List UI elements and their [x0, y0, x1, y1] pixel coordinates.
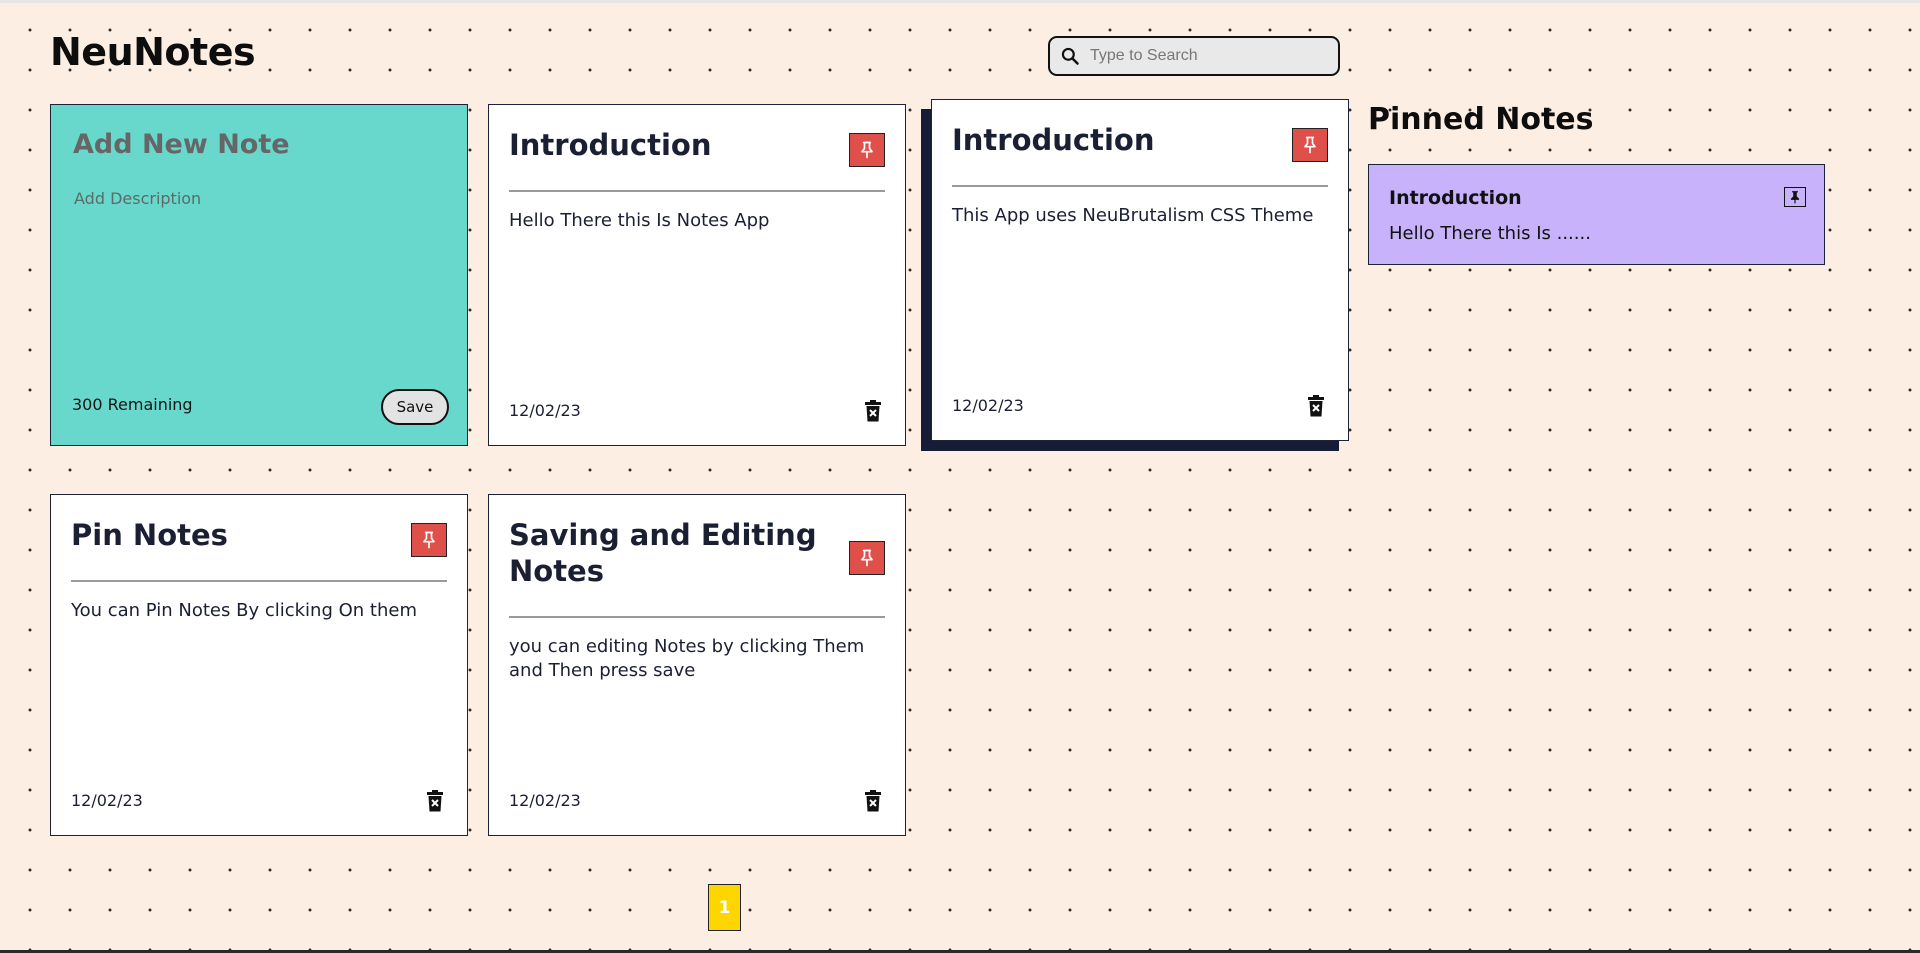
pinned-notes-heading: Pinned Notes: [1368, 102, 1594, 137]
delete-button[interactable]: [863, 399, 883, 423]
pinned-note-title: Introduction: [1389, 187, 1522, 209]
search-icon: [1061, 47, 1079, 65]
note-date: 12/02/23: [952, 396, 1024, 415]
add-note-card[interactable]: Add New Note Add Description 300 Remaini…: [50, 104, 468, 446]
pin-icon: [861, 549, 873, 567]
note-title: Introduction: [509, 128, 712, 162]
search-input[interactable]: [1088, 46, 1312, 66]
note-description: This App uses NeuBrutalism CSS Theme: [952, 205, 1314, 226]
page-1-button[interactable]: 1: [708, 884, 741, 931]
pin-button[interactable]: [411, 523, 447, 557]
delete-button[interactable]: [1306, 394, 1326, 418]
note-divider: [71, 580, 447, 582]
note-title: Pin Notes: [71, 518, 228, 552]
pin-button[interactable]: [849, 133, 885, 167]
note-card[interactable]: Introduction Hello There this Is Notes A…: [488, 104, 906, 446]
delete-button[interactable]: [863, 789, 883, 813]
pin-icon: [861, 141, 873, 159]
pin-icon: [1304, 136, 1316, 154]
unpin-button[interactable]: [1784, 187, 1806, 207]
note-date: 12/02/23: [71, 791, 143, 810]
note-card[interactable]: Introduction This App uses NeuBrutalism …: [931, 99, 1349, 441]
trash-icon: [427, 790, 443, 812]
new-note-description-input[interactable]: Add Description: [74, 189, 201, 208]
note-card[interactable]: Saving and Editing Notes you can editing…: [488, 494, 906, 836]
pin-button[interactable]: [849, 541, 885, 575]
trash-icon: [1308, 395, 1324, 417]
delete-button[interactable]: [425, 789, 445, 813]
characters-remaining: 300 Remaining: [72, 395, 193, 414]
note-description: You can Pin Notes By clicking On them: [71, 600, 417, 621]
new-note-title-input[interactable]: Add New Note: [73, 129, 290, 160]
note-title: Introduction: [952, 123, 1155, 157]
note-description: you can editing Notes by clicking Them a…: [509, 636, 865, 681]
save-button[interactable]: Save: [381, 389, 449, 425]
trash-icon: [865, 400, 881, 422]
pin-icon: [1790, 191, 1800, 204]
top-border: [0, 0, 1920, 3]
app-title: NeuNotes: [50, 30, 256, 74]
note-date: 12/02/23: [509, 401, 581, 420]
note-divider: [952, 185, 1328, 187]
note-divider: [509, 190, 885, 192]
search-bar[interactable]: [1048, 36, 1340, 76]
pin-icon: [423, 531, 435, 549]
pin-button[interactable]: [1292, 128, 1328, 162]
note-title: Saving and Editing Notes: [509, 518, 817, 588]
note-date: 12/02/23: [509, 791, 581, 810]
note-card[interactable]: Pin Notes You can Pin Notes By clicking …: [50, 494, 468, 836]
pinned-note-card[interactable]: Introduction Hello There this Is ......: [1368, 164, 1825, 265]
note-divider: [509, 616, 885, 618]
note-description: Hello There this Is Notes App: [509, 210, 770, 231]
trash-icon: [865, 790, 881, 812]
pinned-note-description: Hello There this Is ......: [1389, 223, 1591, 244]
